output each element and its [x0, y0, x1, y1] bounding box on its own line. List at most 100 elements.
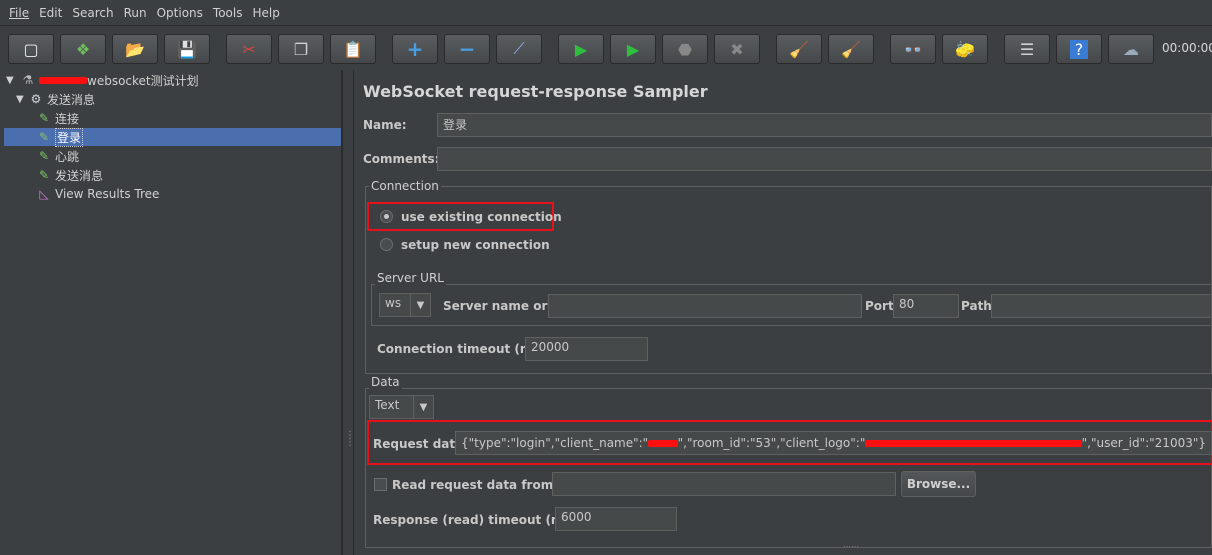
- expand-button[interactable]: +: [392, 34, 438, 64]
- paste-button[interactable]: 📋: [330, 34, 376, 64]
- function-helper-button[interactable]: ☰: [1004, 34, 1050, 64]
- clear-all-icon: 🧹: [841, 39, 861, 59]
- tree-item-label: 心跳: [55, 149, 80, 164]
- redaction-mark: [865, 439, 1082, 447]
- redaction-mark: [39, 76, 87, 84]
- open-icon: 📂: [125, 39, 145, 59]
- protocol-value: ws: [385, 296, 402, 310]
- server-input[interactable]: [548, 294, 862, 318]
- reset-search-button[interactable]: 🧽: [942, 34, 988, 64]
- setup-new-label: setup new connection: [401, 238, 550, 252]
- use-existing-label: use existing connection: [401, 210, 562, 224]
- gear-icon: ⚙: [30, 92, 42, 106]
- split-pane-divider[interactable]: ⋮ ⋮: [342, 70, 355, 555]
- shutdown-button[interactable]: ✖: [714, 34, 760, 64]
- pipette-icon: ✎: [38, 168, 50, 182]
- tree-node-sampler-selected[interactable]: ✎ 登录: [4, 127, 341, 147]
- tree-node-listener[interactable]: ◺ View Results Tree: [36, 185, 159, 203]
- request-data-field[interactable]: {"type":"login","client_name":" ","room_…: [455, 431, 1212, 455]
- collapse-button[interactable]: −: [444, 34, 490, 64]
- menu-bar: File Edit Search Run Options Tools Help: [0, 0, 1212, 25]
- stop-button[interactable]: ⬣: [662, 34, 708, 64]
- cut-icon: ✂: [242, 39, 256, 59]
- tree-node-sampler[interactable]: ✎ 连接: [36, 109, 79, 127]
- browse-button[interactable]: Browse...: [901, 471, 976, 497]
- menu-tools[interactable]: Tools: [208, 6, 248, 20]
- data-group-title: Data: [369, 375, 402, 389]
- response-timeout-input[interactable]: 6000: [555, 507, 677, 531]
- remote-icon: ☁: [1123, 39, 1139, 59]
- pipette-icon: ✎: [38, 149, 50, 163]
- expand-arrow-icon: ▼: [16, 93, 24, 105]
- menu-file[interactable]: File: [4, 6, 34, 20]
- remote-button[interactable]: ☁: [1108, 34, 1154, 64]
- port-input[interactable]: 80: [893, 294, 959, 318]
- tree-node-thread-group[interactable]: ▼ ⚙ 发送消息: [16, 90, 95, 108]
- setup-new-radio[interactable]: [380, 238, 393, 251]
- read-from-file-checkbox[interactable]: [374, 478, 387, 491]
- read-from-file-input[interactable]: [552, 472, 896, 496]
- menu-edit[interactable]: Edit: [34, 6, 67, 20]
- path-input[interactable]: [991, 294, 1212, 318]
- chevron-down-icon: ▼: [413, 396, 433, 418]
- new-button[interactable]: ▢: [8, 34, 54, 64]
- menu-search[interactable]: Search: [67, 6, 118, 20]
- collapse-icon: −: [458, 37, 476, 61]
- page-title: WebSocket request-response Sampler: [363, 82, 708, 101]
- help-button[interactable]: ?: [1056, 34, 1102, 64]
- start-icon: ▶: [574, 39, 588, 59]
- divider-grip-icon: ⋮ ⋮: [345, 430, 355, 448]
- tree-node-test-plan[interactable]: ▼ ⚗ websocket测试计划: [6, 71, 199, 89]
- tree-plan-label: websocket测试计划: [87, 73, 199, 88]
- name-field[interactable]: 登录: [437, 113, 1212, 137]
- start-no-pause-button[interactable]: ▶: [610, 34, 656, 64]
- tree-node-sampler[interactable]: ✎ 发送消息: [36, 166, 103, 184]
- clear-all-button[interactable]: 🧹: [828, 34, 874, 64]
- tree-listener-label: View Results Tree: [55, 187, 160, 201]
- tree-node-sampler[interactable]: ✎ 心跳: [36, 147, 79, 165]
- test-plan-tree: ▼ ⚗ websocket测试计划 ▼ ⚙ 发送消息 ✎ 连接 ✎ 登录 ✎ 心…: [0, 70, 342, 555]
- copy-button[interactable]: ❐: [278, 34, 324, 64]
- connection-group-title: Connection: [369, 179, 441, 193]
- save-button[interactable]: 💾: [164, 34, 210, 64]
- elapsed-timer: 00:00:00: [1162, 41, 1212, 55]
- clear-button[interactable]: 🧹: [776, 34, 822, 64]
- stop-icon: ⬣: [678, 39, 692, 59]
- pipette-icon: ✎: [38, 130, 50, 144]
- menu-run[interactable]: Run: [119, 6, 152, 20]
- name-label: Name:: [363, 118, 407, 132]
- start-no-pause-icon: ▶: [626, 39, 640, 59]
- clear-icon: 🧹: [789, 39, 809, 59]
- request-data-label: Request data:: [373, 437, 469, 451]
- templates-button[interactable]: ❖: [60, 34, 106, 64]
- resize-grip-icon[interactable]: ⋯⋯: [843, 542, 859, 551]
- save-icon: 💾: [177, 39, 197, 59]
- menu-options[interactable]: Options: [152, 6, 208, 20]
- response-timeout-label: Response (read) timeout (ms):: [373, 513, 581, 527]
- toggle-icon: ⟋: [513, 39, 525, 58]
- connection-timeout-label: Connection timeout (ms):: [377, 342, 550, 356]
- paste-icon: 📋: [343, 39, 363, 59]
- open-button[interactable]: 📂: [112, 34, 158, 64]
- protocol-select[interactable]: ws ▼: [379, 293, 431, 317]
- expand-arrow-icon: ▼: [6, 74, 14, 86]
- help-icon: ?: [1069, 39, 1089, 59]
- cut-button[interactable]: ✂: [226, 34, 272, 64]
- data-type-value: Text: [375, 398, 400, 412]
- tree-item-label: 发送消息: [55, 168, 104, 183]
- reset-search-icon: 🧽: [955, 39, 975, 59]
- connection-timeout-input[interactable]: 20000: [525, 337, 648, 361]
- search-button[interactable]: 👓: [890, 34, 936, 64]
- request-data-text-3: ","user_id":"21003"}: [1081, 436, 1206, 450]
- start-button[interactable]: ▶: [558, 34, 604, 64]
- toggle-button[interactable]: ⟋: [496, 34, 542, 64]
- templates-icon: ❖: [75, 39, 91, 59]
- menu-help[interactable]: Help: [247, 6, 284, 20]
- data-type-select[interactable]: Text ▼: [369, 395, 434, 419]
- search-icon: 👓: [903, 39, 923, 59]
- chevron-down-icon: ▼: [410, 294, 430, 316]
- chart-icon: ◺: [39, 187, 49, 201]
- comments-field[interactable]: [437, 147, 1212, 171]
- use-existing-radio[interactable]: [380, 210, 393, 223]
- flask-icon: ⚗: [22, 73, 34, 87]
